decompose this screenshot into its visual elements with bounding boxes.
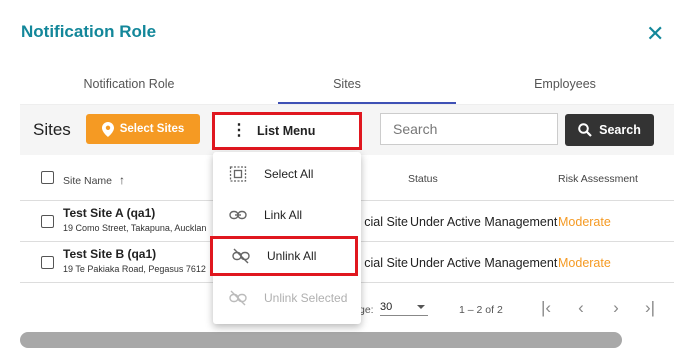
menu-item-label: Link All [264, 208, 303, 222]
dropdown-arrow-icon [417, 305, 425, 309]
search-input[interactable] [380, 113, 558, 145]
menu-item-link-all[interactable]: Link All [213, 195, 361, 235]
header-status: Status [408, 173, 438, 185]
horizontal-scrollbar[interactable] [20, 332, 622, 348]
list-menu-label: List Menu [257, 124, 316, 138]
toolbar: Sites Select Sites ⋮ List Menu Search [20, 105, 674, 155]
site-name: Test Site A (qa1) [63, 206, 156, 220]
tab-sites[interactable]: Sites [238, 70, 456, 104]
items-per-page-label: ge: [359, 304, 374, 316]
select-sites-label: Select Sites [119, 123, 185, 135]
site-address: 19 Te Pakiaka Road, Pegasus 7612 [63, 264, 206, 274]
page-size-select[interactable]: 30 [380, 301, 428, 316]
row-checkbox[interactable] [41, 215, 54, 228]
menu-item-unlink-all[interactable]: Unlink All [210, 236, 358, 276]
more-vert-icon: ⋮ [231, 122, 247, 139]
next-page-icon[interactable]: › [604, 298, 628, 318]
dialog-title: Notification Role [21, 22, 157, 41]
menu-item-label: Unlink Selected [264, 291, 348, 305]
risk-assessment: Moderate [558, 256, 611, 270]
select-sites-button[interactable]: Select Sites [86, 114, 200, 144]
tab-employees[interactable]: Employees [456, 70, 674, 104]
risk-assessment: Moderate [558, 215, 611, 229]
site-status: Under Active Management [410, 215, 558, 229]
link-off-icon [229, 290, 247, 306]
previous-page-icon[interactable]: ‹ [569, 298, 593, 318]
select-all-icon [229, 166, 247, 182]
sites-heading: Sites [33, 120, 71, 139]
search-icon [578, 123, 592, 137]
header-site-name[interactable]: Site Name ↑ [63, 173, 125, 187]
site-status: Under Active Management [410, 256, 558, 270]
link-icon [229, 210, 247, 220]
menu-item-unlink-selected[interactable]: Unlink Selected [213, 278, 361, 318]
site-address: 19 Como Street, Takapuna, Aucklan [63, 223, 207, 233]
header-risk-assessment: Risk Assessment [558, 173, 638, 185]
notification-role-dialog: Notification Role ✕ Notification Role Si… [0, 0, 688, 364]
search-button-label: Search [599, 123, 641, 137]
row-checkbox[interactable] [41, 256, 54, 269]
menu-item-label: Select All [264, 167, 314, 181]
tab-bar: Notification Role Sites Employees [20, 70, 674, 104]
header-site-name-label: Site Name [63, 175, 113, 187]
last-page-icon[interactable]: ›| [638, 298, 662, 318]
page-size-value: 30 [380, 301, 393, 313]
list-menu-dropdown: Select All Link All Unlink All Unlink Se… [210, 152, 361, 324]
page-range: 1 – 2 of 2 [459, 304, 503, 316]
search-button[interactable]: Search [565, 114, 654, 146]
location-pin-icon [101, 121, 114, 137]
arrow-up-icon: ↑ [118, 173, 125, 187]
select-all-checkbox[interactable] [41, 171, 54, 184]
tab-notification-role[interactable]: Notification Role [20, 70, 238, 104]
list-menu-button[interactable]: ⋮ List Menu [212, 112, 362, 150]
menu-item-label: Unlink All [267, 249, 317, 263]
first-page-icon[interactable]: |‹ [534, 298, 558, 318]
site-name: Test Site B (qa1) [63, 247, 157, 261]
close-icon[interactable]: ✕ [646, 23, 668, 46]
menu-item-select-all[interactable]: Select All [213, 154, 361, 194]
link-off-icon [232, 248, 250, 264]
